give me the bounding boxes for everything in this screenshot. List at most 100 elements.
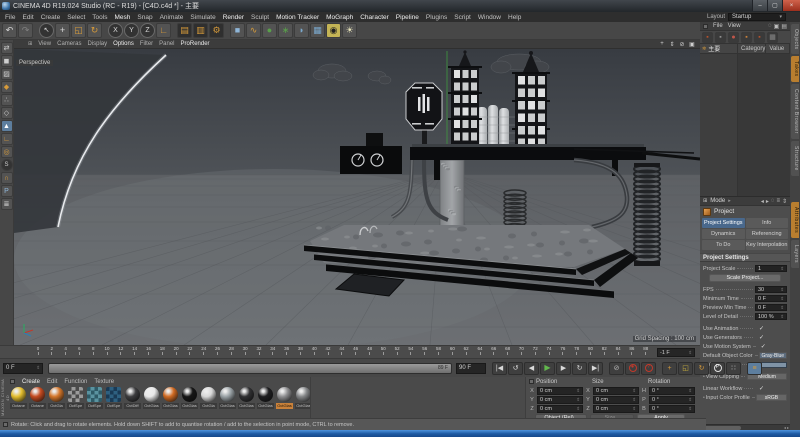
key-scale-button[interactable]: ◱: [678, 362, 693, 375]
side-tab-content-browser[interactable]: Content Browser: [791, 84, 799, 139]
linear-workflow-checkbox[interactable]: ✓: [755, 385, 787, 392]
material-swatch[interactable]: OctGlas: [257, 387, 274, 409]
render-picture-viewer-icon[interactable]: ▥: [193, 23, 208, 38]
key-position-button[interactable]: +: [662, 362, 677, 375]
lock-icon[interactable]: ≡: [776, 198, 780, 205]
stepper-icon[interactable]: ⇕: [688, 350, 692, 356]
layer-manager-icon[interactable]: ≣: [1, 198, 13, 210]
menu-simulate[interactable]: Simulate: [190, 14, 215, 21]
stepper-icon[interactable]: ⇕: [632, 388, 636, 394]
stepper-icon[interactable]: ⇕: [780, 305, 784, 311]
take-list-tree[interactable]: [700, 54, 738, 196]
deformer-icon[interactable]: ◗: [294, 23, 309, 38]
autokey-button[interactable]: ●: [625, 362, 640, 375]
tab-referencing[interactable]: Referencing: [746, 229, 789, 239]
input-color-profile-select[interactable]: sRGB: [756, 394, 787, 401]
attribute-object-row[interactable]: Project: [700, 206, 790, 217]
stepper-icon[interactable]: ⇕: [688, 397, 692, 403]
material-swatch[interactable]: OctDiff: [124, 387, 141, 409]
scrollbar-thumb[interactable]: [703, 426, 741, 430]
redo-icon[interactable]: ↷: [18, 23, 33, 38]
render-view-icon[interactable]: ▤: [177, 23, 192, 38]
column-header-category[interactable]: Category: [738, 44, 766, 53]
viewport-canvas[interactable]: Perspective Grid Spacing : 100 cm: [14, 49, 700, 345]
viewport-menu-panel[interactable]: Panel: [159, 41, 174, 47]
menu-window[interactable]: Window: [478, 14, 501, 21]
solo-mode-icon[interactable]: ◎: [1, 146, 13, 158]
x-axis-lock-icon[interactable]: X: [108, 23, 123, 38]
material-swatch[interactable]: OctGlas: [162, 387, 179, 409]
take-item-main[interactable]: ✲ 主要: [700, 44, 738, 53]
maximize-button[interactable]: ▢: [767, 0, 782, 11]
move-icon[interactable]: +: [55, 23, 70, 38]
rotate-icon[interactable]: ↻: [87, 23, 102, 38]
menu-motion-tracker[interactable]: Motion Tracker: [276, 14, 319, 21]
close-button[interactable]: ×: [782, 0, 800, 11]
material-swatch[interactable]: OctGlas: [276, 387, 293, 409]
menu-plugins[interactable]: Plugins: [426, 14, 447, 21]
material-swatch[interactable]: OctGlas: [181, 387, 198, 409]
panel-checkbox[interactable]: [703, 24, 708, 29]
menu-mograph[interactable]: MoGraph: [326, 14, 353, 21]
light-icon[interactable]: ☀: [342, 23, 357, 38]
rotate-view-icon[interactable]: ⊘: [678, 41, 686, 48]
expand-icon[interactable]: ⇕: [782, 198, 787, 205]
use-generators-checkbox[interactable]: ✓: [755, 334, 787, 341]
minimize-button[interactable]: –: [752, 0, 767, 11]
fps-field[interactable]: 30⇕: [755, 286, 787, 293]
side-tab-objects[interactable]: Objects: [791, 24, 799, 54]
use-motion-system-checkbox[interactable]: ✓: [757, 343, 787, 350]
object-panel-menu-view[interactable]: View: [728, 23, 741, 29]
timeline-range-slider[interactable]: 89 F: [48, 363, 452, 374]
polygons-mode-icon[interactable]: ▲: [1, 120, 13, 132]
coordinate-field-x[interactable]: 0 cm⇕: [537, 387, 583, 395]
coordinate-system-icon[interactable]: ∟: [156, 23, 171, 38]
ruler-end-field[interactable]: -1 F ⇕: [657, 348, 695, 357]
menu-mesh[interactable]: Mesh: [114, 14, 130, 21]
next-key-button[interactable]: ↻: [572, 362, 587, 375]
play-button[interactable]: ▶: [540, 362, 555, 375]
object-panel-menu-file[interactable]: File: [713, 23, 723, 29]
take-manager-icon[interactable]: ▪: [715, 32, 726, 43]
render-state-icon[interactable]: ▣: [774, 23, 780, 30]
stepper-icon[interactable]: ⇕: [576, 397, 580, 403]
viewport-menu-options[interactable]: Options: [113, 41, 134, 47]
viewport-menu-display[interactable]: Display: [87, 41, 107, 47]
key-parameter-button[interactable]: P: [710, 362, 725, 375]
menu-character[interactable]: Character: [360, 14, 389, 21]
stepper-icon[interactable]: ⇕: [632, 406, 636, 412]
snap-icon[interactable]: S: [1, 159, 13, 171]
material-menu-texture[interactable]: Texture: [94, 379, 114, 385]
preview-min-time-field[interactable]: 0 F⇕: [755, 304, 787, 311]
search-icon[interactable]: ◌: [768, 23, 772, 30]
default-object-color-select[interactable]: Gray-Blue: [759, 352, 787, 359]
menu-file[interactable]: File: [5, 14, 15, 21]
layout-select[interactable]: Startup ▾: [728, 13, 786, 21]
expand-dot-icon[interactable]: •: [703, 395, 705, 401]
camera-icon[interactable]: ◉: [326, 23, 341, 38]
level-of-detail-field[interactable]: 100 %⇕: [755, 313, 787, 320]
key-rotation-button[interactable]: ↻: [694, 362, 709, 375]
minimum-time-field[interactable]: 0 F⇕: [755, 295, 787, 302]
override-icon[interactable]: ▪: [754, 32, 765, 43]
stepper-icon[interactable]: ⇕: [576, 406, 580, 412]
stepper-icon[interactable]: ⇕: [688, 406, 692, 412]
edges-mode-icon[interactable]: ◇: [1, 107, 13, 119]
coordinate-field-y[interactable]: 0 cm⇕: [537, 396, 583, 404]
next-frame-button[interactable]: ▶: [556, 362, 571, 375]
material-menu-edit[interactable]: Edit: [47, 379, 57, 385]
keyframe-selection-button[interactable]: ?: [641, 362, 656, 375]
menu-sculpt[interactable]: Sculpt: [251, 14, 269, 21]
coordinate-field-z[interactable]: 0 cm⇕: [537, 405, 583, 413]
z-axis-lock-icon[interactable]: Z: [140, 23, 155, 38]
coordinate-field-y[interactable]: 0 cm⇕: [593, 396, 639, 404]
timeline-ruler[interactable]: 0246810121416182022242628303234363840424…: [0, 345, 700, 358]
material-swatch[interactable]: OctGla: [200, 387, 217, 409]
take-filter-icon[interactable]: ▦: [767, 32, 778, 43]
axis-mode-icon[interactable]: ∟: [1, 133, 13, 145]
material-swatch[interactable]: OctGlas: [238, 387, 255, 409]
generators-icon[interactable]: ●: [262, 23, 277, 38]
mograph-icon[interactable]: ∗: [278, 23, 293, 38]
previous-key-button[interactable]: ↺: [508, 362, 523, 375]
project-scale-field[interactable]: 1⇕: [755, 265, 787, 272]
